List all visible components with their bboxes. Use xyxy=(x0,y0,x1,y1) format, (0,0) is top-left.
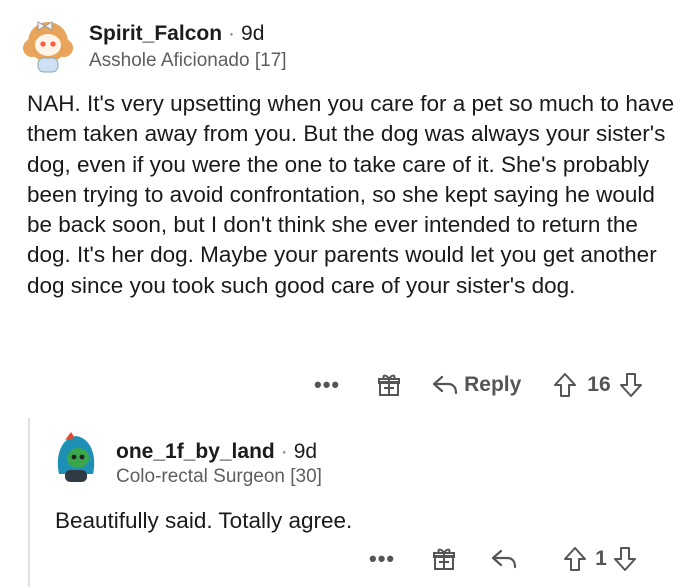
comment-age: 9d xyxy=(241,22,265,45)
reply-button[interactable] xyxy=(491,548,517,570)
downvote-button[interactable] xyxy=(619,372,643,398)
separator-dot: · xyxy=(228,22,236,45)
comment-actions: ••• 1 xyxy=(369,543,637,575)
upvote-button[interactable] xyxy=(553,372,577,398)
more-options-button[interactable]: ••• xyxy=(369,546,395,572)
downvote-arrow-icon xyxy=(613,547,636,571)
user-flair: Colo-rectal Surgeon [30] xyxy=(116,466,322,488)
thread-line[interactable] xyxy=(28,418,30,587)
vote-score: 16 xyxy=(587,373,611,396)
comment-actions: ••• Reply 16 xyxy=(314,369,643,401)
reply-button[interactable]: Reply xyxy=(432,373,521,397)
upvote-button[interactable] xyxy=(563,546,587,572)
flair-text: Asshole Aficionado xyxy=(89,50,250,71)
user-avatar[interactable] xyxy=(18,14,78,74)
user-avatar[interactable] xyxy=(47,426,105,484)
reply-arrow-icon xyxy=(433,375,458,395)
snoo-avatar-icon xyxy=(18,14,78,74)
award-button[interactable] xyxy=(378,373,401,397)
vote-score: 1 xyxy=(595,547,607,570)
upvote-arrow-icon xyxy=(554,373,577,397)
separator-dot: · xyxy=(280,440,288,463)
reply-label: Reply xyxy=(464,373,522,396)
username[interactable]: Spirit_Falcon xyxy=(89,22,222,45)
snoo-avatar-icon xyxy=(47,426,105,484)
comment-body: Beautifully said. Totally agree. xyxy=(55,508,353,533)
user-flair: Asshole Aficionado [17] xyxy=(89,50,287,72)
more-options-button[interactable]: ••• xyxy=(314,372,340,398)
comment-age: 9d xyxy=(293,440,318,463)
downvote-button[interactable] xyxy=(613,546,637,572)
flair-karma: [30] xyxy=(290,466,322,487)
flair-text: Colo-rectal Surgeon xyxy=(116,466,285,487)
comment-body: NAH. It's very upsetting when you care f… xyxy=(27,91,675,298)
gift-icon xyxy=(378,374,401,396)
comment-header: one_1f_by_land · 9d xyxy=(116,440,317,464)
award-button[interactable] xyxy=(433,547,456,571)
username[interactable]: one_1f_by_land xyxy=(116,440,275,463)
downvote-arrow-icon xyxy=(619,373,642,397)
flair-karma: [17] xyxy=(254,50,287,71)
upvote-arrow-icon xyxy=(564,547,587,571)
reply-arrow-icon xyxy=(492,549,517,569)
comment-header: Spirit_Falcon · 9d xyxy=(89,22,264,46)
gift-icon xyxy=(433,548,456,570)
